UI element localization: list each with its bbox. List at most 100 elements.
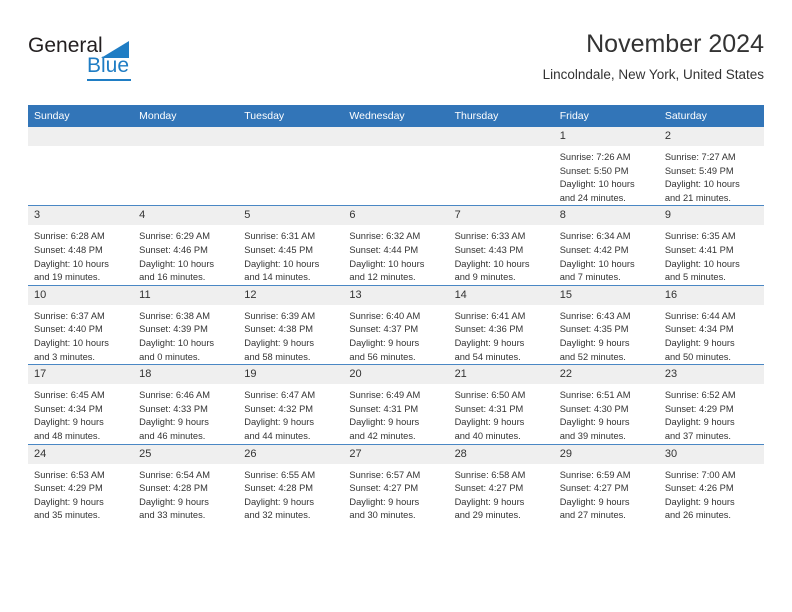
calendar-day-cell[interactable]: 23 Sunrise: 6:52 AM Sunset: 4:29 PM Dayligh… — [658, 364, 764, 444]
day-number: 4 — [133, 206, 239, 226]
day-detail-line: Sunset: 4:26 PM — [664, 483, 734, 494]
calendar-week-row: 3 Sunrise: 6:28 AM Sunset: 4:48 PM Daylight… — [28, 205, 764, 286]
calendar-day-cell-empty — [448, 127, 554, 206]
day-detail-line: Daylight: 10 hours — [139, 337, 215, 348]
day-detail-line: Daylight: 9 hours — [34, 417, 104, 428]
day-detail-line: and 32 minutes. — [244, 510, 311, 521]
calendar-week-row: 10 Sunrise: 6:37 AM Sunset: 4:40 PM Dayligh… — [28, 284, 764, 365]
day-number — [448, 127, 554, 146]
day-detail-line: Sunrise: 6:28 AM — [34, 231, 105, 242]
day-number: 30 — [658, 444, 764, 464]
calendar-day-cell[interactable]: 12 Sunrise: 6:39 AM Sunset: 4:38 PM Dayligh… — [238, 284, 344, 365]
day-detail-line: and 19 minutes. — [34, 272, 101, 283]
calendar-day-cell-empty — [133, 127, 239, 206]
day-detail-line: and 3 minutes. — [34, 351, 95, 362]
day-detail-line: Daylight: 10 hours — [34, 258, 109, 269]
day-number: 22 — [553, 365, 659, 385]
day-detail-line: Sunset: 4:35 PM — [559, 324, 629, 335]
day-detail-line: and 7 minutes. — [559, 272, 621, 283]
day-detail-line: and 24 minutes. — [559, 192, 626, 203]
weekday-header-sunday: Sunday — [28, 105, 134, 127]
calendar-day-cell[interactable]: 25 Sunrise: 6:54 AM Sunset: 4:28 PM Dayligh… — [133, 443, 239, 523]
calendar-day-cell[interactable]: 24 Sunrise: 6:53 AM Sunset: 4:29 PM Dayligh… — [28, 443, 134, 523]
day-details: Sunrise: 6:33 AM Sunset: 4:43 PM Daylight:… — [449, 225, 554, 284]
day-number: 8 — [553, 206, 659, 226]
calendar-day-cell[interactable]: 19 Sunrise: 6:47 AM Sunset: 4:32 PM Dayligh… — [238, 364, 344, 444]
page-header: General Blue November 2024 Lincolndale, … — [28, 28, 764, 90]
day-detail-line: Sunrise: 6:39 AM — [244, 310, 316, 321]
day-detail-line: and 50 minutes. — [664, 351, 731, 362]
day-details: Sunrise: 6:39 AM Sunset: 4:38 PM Daylight:… — [238, 305, 343, 364]
day-details: Sunrise: 6:40 AM Sunset: 4:37 PM Daylight:… — [343, 305, 448, 364]
day-detail-line: Sunset: 4:27 PM — [349, 483, 419, 494]
calendar-day-cell[interactable]: 1 Sunrise: 7:26 AM Sunset: 5:50 PM Daylight… — [553, 127, 659, 206]
calendar-day-cell[interactable]: 5 Sunrise: 6:31 AM Sunset: 4:45 PM Daylight… — [238, 205, 344, 286]
day-detail-line: Daylight: 9 hours — [349, 337, 420, 348]
calendar-day-cell[interactable]: 27 Sunrise: 6:57 AM Sunset: 4:27 PM Dayligh… — [343, 443, 449, 523]
day-detail-line: Sunrise: 6:41 AM — [454, 310, 526, 321]
calendar-day-cell[interactable]: 18 Sunrise: 6:46 AM Sunset: 4:33 PM Dayligh… — [133, 364, 239, 444]
day-detail-line: and 44 minutes. — [244, 430, 311, 441]
day-details: Sunrise: 6:43 AM Sunset: 4:35 PM Daylight:… — [554, 305, 659, 364]
day-detail-line: Daylight: 9 hours — [244, 496, 315, 507]
day-detail-line: Sunrise: 6:50 AM — [454, 390, 526, 401]
day-number — [28, 127, 134, 146]
day-detail-line: and 52 minutes. — [559, 351, 626, 362]
calendar-day-cell[interactable]: 15 Sunrise: 6:43 AM Sunset: 4:35 PM Dayligh… — [553, 284, 659, 365]
day-number: 15 — [553, 285, 659, 305]
day-number — [238, 127, 344, 146]
calendar-day-cell[interactable]: 28 Sunrise: 6:58 AM Sunset: 4:27 PM Dayligh… — [448, 443, 554, 523]
calendar-day-cell[interactable]: 11 Sunrise: 6:38 AM Sunset: 4:39 PM Dayligh… — [133, 284, 239, 365]
day-number: 29 — [553, 444, 659, 464]
calendar-day-cell-empty — [28, 127, 134, 206]
calendar-day-cell[interactable]: 7 Sunrise: 6:33 AM Sunset: 4:43 PM Daylight… — [448, 205, 554, 286]
day-detail-line: Sunset: 4:45 PM — [244, 244, 314, 255]
day-detail-line: and 46 minutes. — [139, 430, 206, 441]
day-detail-line: Sunrise: 6:43 AM — [559, 310, 631, 321]
calendar-day-cell[interactable]: 29 Sunrise: 6:59 AM Sunset: 4:27 PM Dayligh… — [553, 443, 659, 523]
day-detail-line: Sunrise: 6:44 AM — [664, 310, 736, 321]
day-number: 19 — [238, 365, 344, 385]
day-detail-line: Sunset: 5:49 PM — [664, 165, 734, 176]
calendar-day-cell[interactable]: 16 Sunrise: 6:44 AM Sunset: 4:34 PM Dayligh… — [658, 284, 764, 365]
calendar-day-cell[interactable]: 4 Sunrise: 6:29 AM Sunset: 4:46 PM Daylight… — [133, 205, 239, 286]
day-detail-line: Daylight: 9 hours — [34, 496, 104, 507]
calendar-day-cell[interactable]: 20 Sunrise: 6:49 AM Sunset: 4:31 PM Dayligh… — [343, 364, 449, 444]
calendar-day-cell[interactable]: 9 Sunrise: 6:35 AM Sunset: 4:41 PM Daylight… — [658, 205, 764, 286]
calendar-day-cell[interactable]: 26 Sunrise: 6:55 AM Sunset: 4:28 PM Dayligh… — [238, 443, 344, 523]
calendar-day-cell[interactable]: 2 Sunrise: 7:27 AM Sunset: 5:49 PM Daylight… — [658, 127, 764, 206]
day-details: Sunrise: 7:26 AM Sunset: 5:50 PM Daylight:… — [554, 146, 659, 205]
day-detail-line: and 12 minutes. — [349, 272, 416, 283]
calendar-day-cell[interactable]: 22 Sunrise: 6:51 AM Sunset: 4:30 PM Dayligh… — [553, 364, 659, 444]
day-detail-line: and 27 minutes. — [559, 510, 626, 521]
day-details — [238, 146, 343, 151]
page-title: November 2024 — [586, 30, 764, 58]
day-detail-line: Sunrise: 6:31 AM — [244, 231, 316, 242]
day-details: Sunrise: 6:44 AM Sunset: 4:34 PM Daylight:… — [659, 305, 764, 364]
day-detail-line: Daylight: 9 hours — [559, 337, 630, 348]
day-number: 11 — [133, 285, 239, 305]
calendar-day-cell[interactable]: 8 Sunrise: 6:34 AM Sunset: 4:42 PM Daylight… — [553, 205, 659, 286]
day-detail-line: Sunset: 4:29 PM — [34, 483, 103, 494]
calendar-day-cell[interactable]: 3 Sunrise: 6:28 AM Sunset: 4:48 PM Daylight… — [28, 205, 134, 286]
day-detail-line: and 37 minutes. — [664, 430, 731, 441]
day-number: 23 — [658, 365, 764, 385]
general-blue-logo: General Blue — [28, 34, 208, 86]
day-detail-line: and 14 minutes. — [244, 272, 311, 283]
day-details: Sunrise: 6:34 AM Sunset: 4:42 PM Daylight:… — [554, 225, 659, 284]
day-detail-line: Sunset: 4:36 PM — [454, 324, 524, 335]
day-detail-line: Daylight: 10 hours — [244, 258, 320, 269]
calendar-day-cell[interactable]: 6 Sunrise: 6:32 AM Sunset: 4:44 PM Daylight… — [343, 205, 449, 286]
calendar-day-cell[interactable]: 13 Sunrise: 6:40 AM Sunset: 4:37 PM Dayligh… — [343, 284, 449, 365]
day-details: Sunrise: 7:00 AM Sunset: 4:26 PM Daylight:… — [659, 464, 764, 523]
calendar-day-cell[interactable]: 10 Sunrise: 6:37 AM Sunset: 4:40 PM Dayligh… — [28, 284, 134, 365]
calendar-day-cell[interactable]: 17 Sunrise: 6:45 AM Sunset: 4:34 PM Dayligh… — [28, 364, 134, 444]
day-detail-line: Sunrise: 6:35 AM — [664, 231, 736, 242]
day-details: Sunrise: 6:50 AM Sunset: 4:31 PM Daylight:… — [449, 384, 554, 443]
calendar-day-cell[interactable]: 30 Sunrise: 7:00 AM Sunset: 4:26 PM Dayligh… — [658, 443, 764, 523]
day-detail-line: Daylight: 9 hours — [559, 417, 630, 428]
calendar-day-cell[interactable]: 14 Sunrise: 6:41 AM Sunset: 4:36 PM Dayligh… — [448, 284, 554, 365]
calendar-day-cell[interactable]: 21 Sunrise: 6:50 AM Sunset: 4:31 PM Dayligh… — [448, 364, 554, 444]
day-detail-line: and 48 minutes. — [34, 430, 101, 441]
day-detail-line: and 40 minutes. — [454, 430, 521, 441]
